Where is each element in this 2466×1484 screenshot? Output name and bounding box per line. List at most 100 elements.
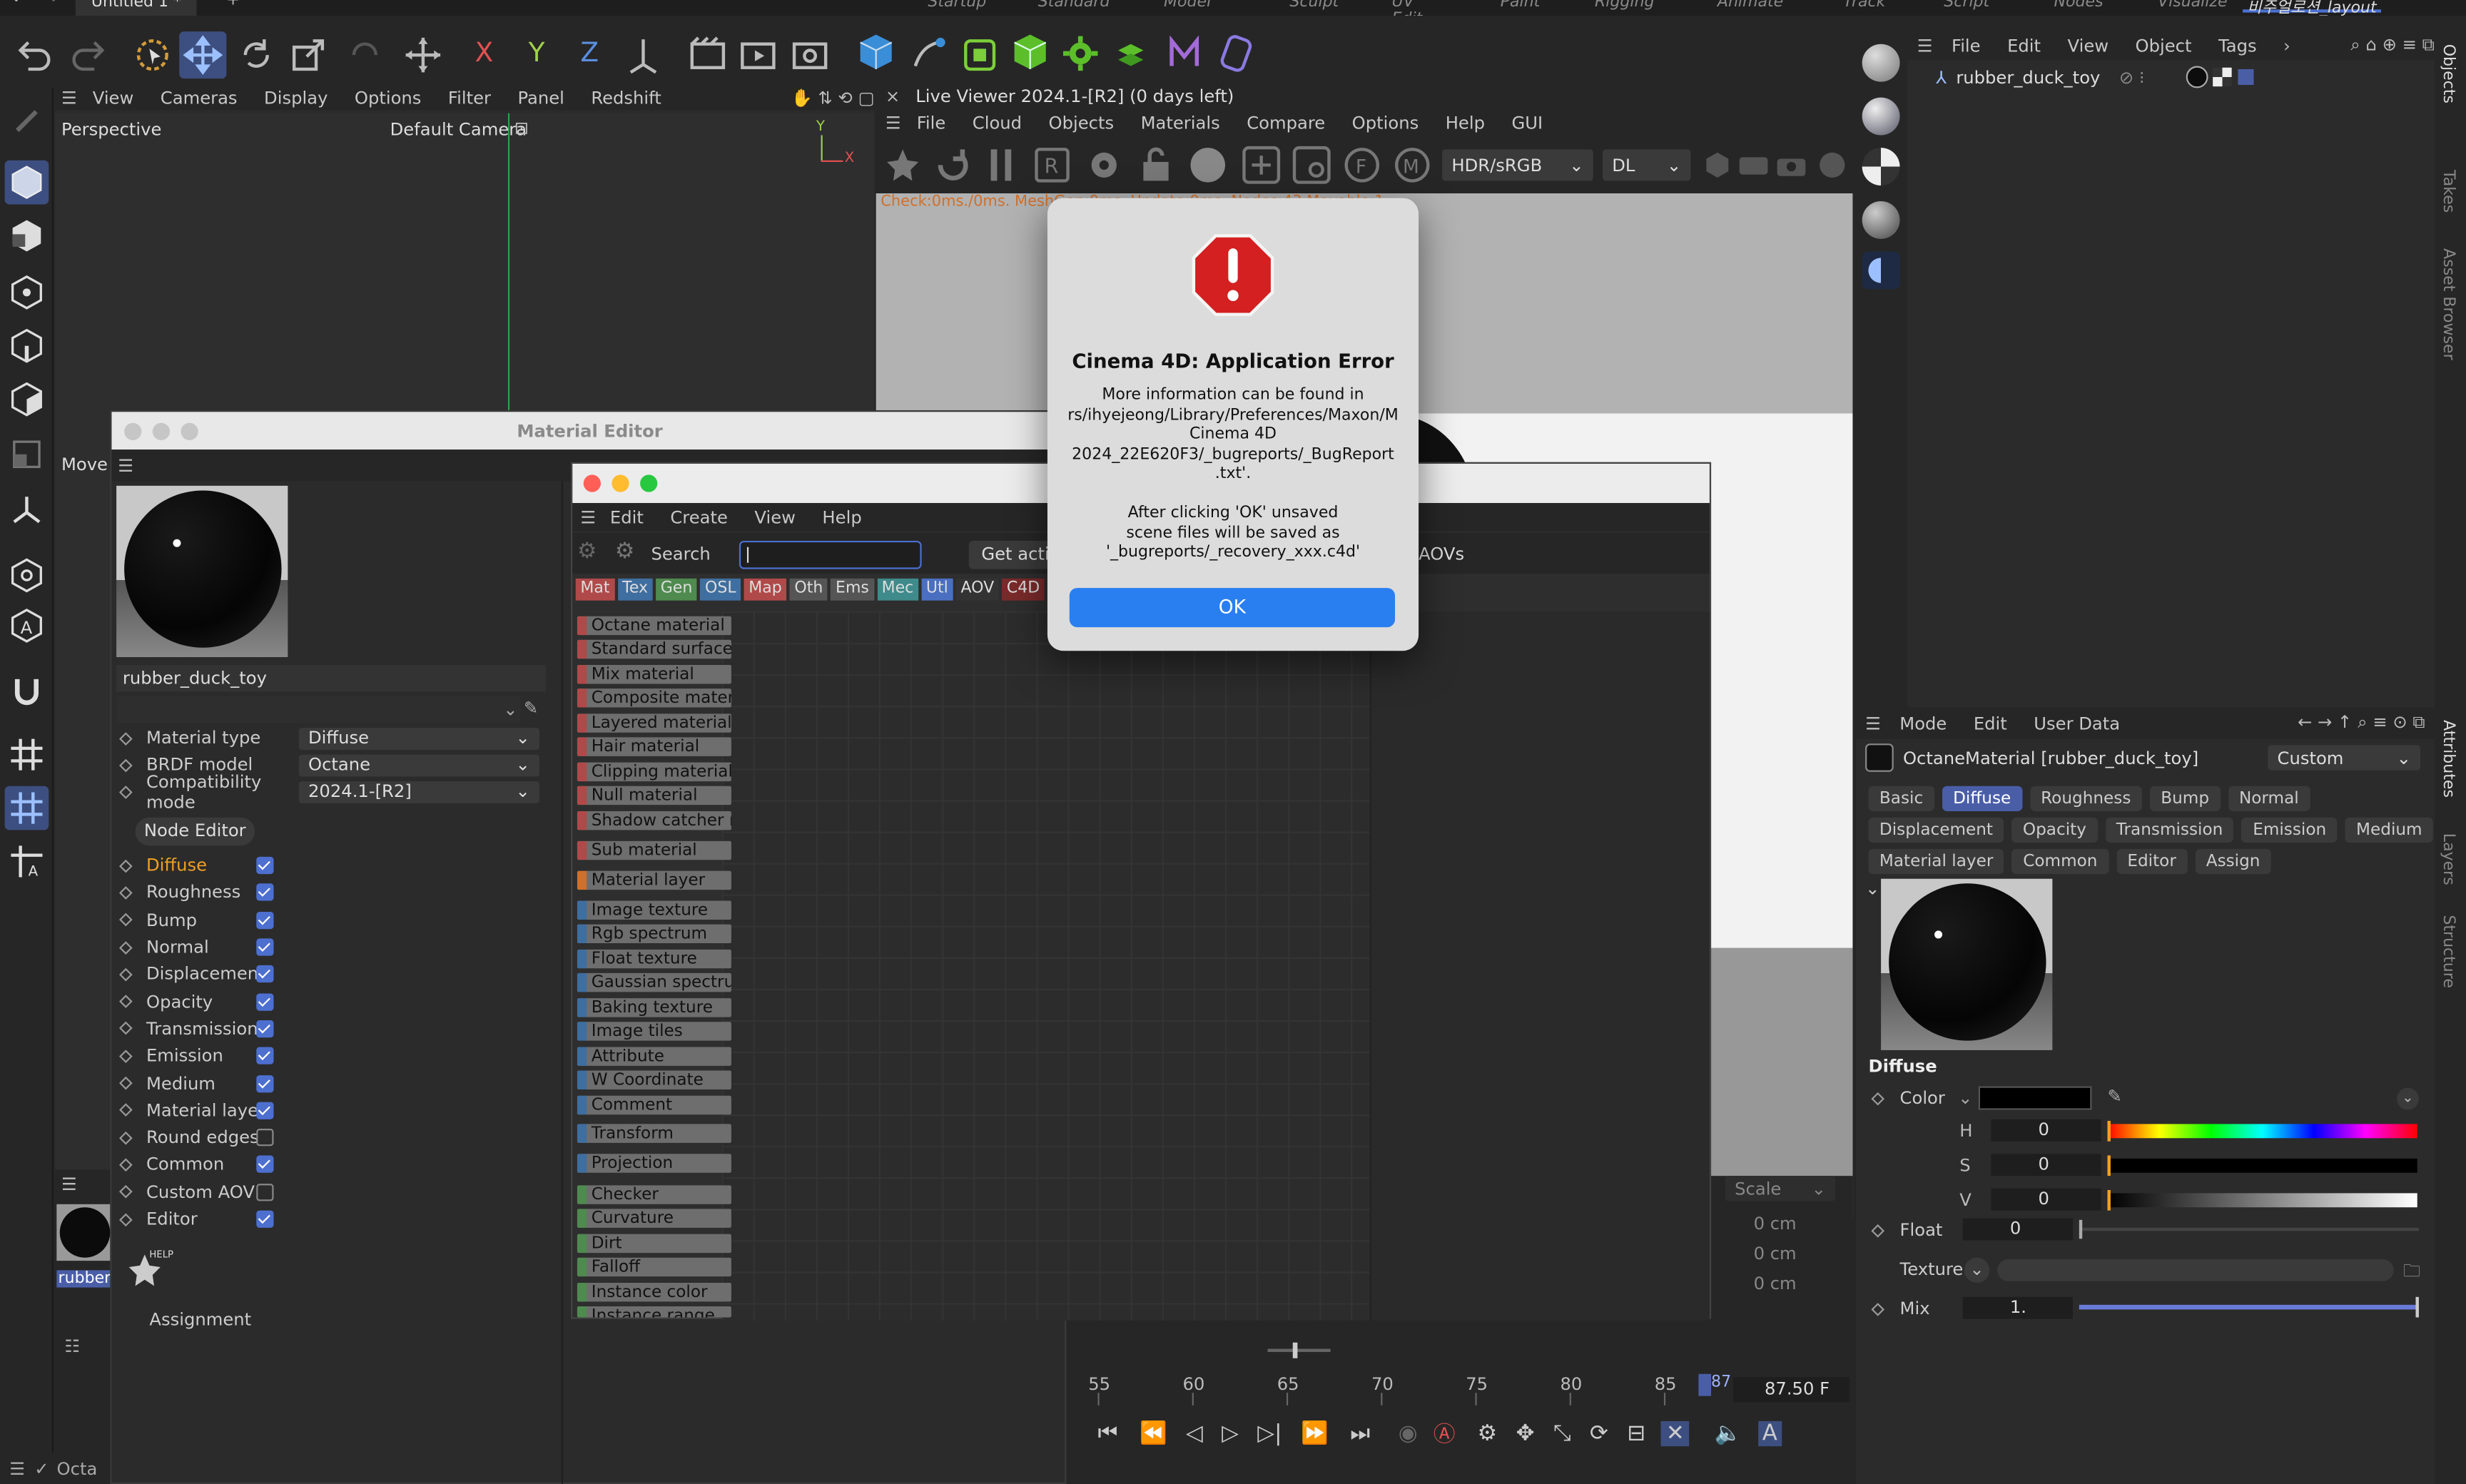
channel-row[interactable]: Custom AOV xyxy=(118,1179,294,1206)
focus-pick-icon[interactable]: F xyxy=(1341,145,1382,186)
polygons-mode-icon[interactable] xyxy=(8,380,46,418)
node-item[interactable]: Composite materi. xyxy=(577,688,731,708)
node-item[interactable]: Dirt xyxy=(577,1234,731,1254)
prev-key-icon[interactable]: ⏪ xyxy=(1140,1421,1167,1446)
live-viewer-menu-item[interactable]: Compare xyxy=(1247,113,1325,133)
coordinate-system-icon[interactable] xyxy=(623,34,664,75)
s-field[interactable]: 0 xyxy=(1991,1154,2101,1176)
scale-dropdown[interactable]: Scale ⌄ xyxy=(1725,1176,1836,1201)
move-tool-button[interactable] xyxy=(179,31,227,79)
channel-checkbox[interactable] xyxy=(256,938,274,956)
side-tab-takes[interactable]: Takes xyxy=(2440,170,2457,213)
attribute-tab[interactable]: Transmission xyxy=(2105,817,2234,843)
keyframe-diamond-icon[interactable] xyxy=(118,785,133,798)
node-item[interactable]: Material layer xyxy=(577,870,731,890)
node-item[interactable]: Transform xyxy=(577,1124,731,1143)
model-mode-button[interactable] xyxy=(4,160,49,205)
viewport-menu-item[interactable]: Panel xyxy=(517,87,564,108)
node-window-menu-item[interactable]: Help xyxy=(822,507,861,528)
float-slider[interactable] xyxy=(2079,1219,2419,1239)
node-item[interactable]: Instance color xyxy=(577,1282,731,1302)
play-icon[interactable]: ▷ xyxy=(1222,1421,1239,1446)
axis-mode-icon[interactable] xyxy=(8,490,46,528)
sphere-preview-icon[interactable] xyxy=(1817,151,1848,180)
node-item[interactable]: Projection xyxy=(577,1154,731,1173)
node-item[interactable]: Image texture xyxy=(577,900,731,920)
channel-checkbox[interactable] xyxy=(256,965,274,983)
keyframe-diamond-icon[interactable] xyxy=(118,1022,133,1036)
property-select[interactable]: Octane ⌄ xyxy=(298,753,540,776)
keyframe-diamond-icon[interactable] xyxy=(1871,1224,1885,1238)
scale-icon[interactable] xyxy=(288,34,328,75)
property-select[interactable]: 2024.1-[R2] ⌄ xyxy=(298,780,540,803)
node-item[interactable]: Mix material xyxy=(577,665,731,684)
channel-label[interactable]: Diffuse xyxy=(146,855,256,876)
objects-menu-item[interactable]: View xyxy=(2068,36,2109,56)
nav-back-icon[interactable]: ← → ↑ ⌕ ≡ ⊙ ⧉ xyxy=(2298,712,2425,734)
preview-sphere-4[interactable] xyxy=(1862,201,1900,239)
lock-icon[interactable] xyxy=(1137,145,1175,186)
color-swatch[interactable] xyxy=(1978,1086,2092,1110)
hamburger-icon[interactable]: ☰ xyxy=(1865,713,1881,733)
node-item[interactable]: Null material xyxy=(577,786,731,805)
node-item[interactable]: Attribute xyxy=(577,1047,731,1066)
keyframe-diamond-icon[interactable] xyxy=(118,1212,133,1226)
transform-icon[interactable] xyxy=(402,34,443,75)
tag-selection[interactable] xyxy=(2237,68,2253,85)
channel-row[interactable]: Roughness xyxy=(118,879,294,906)
hexagon-icon[interactable] xyxy=(1703,151,1732,180)
subdivision-icon[interactable] xyxy=(960,31,1000,76)
key-pos-icon[interactable]: ✥ xyxy=(1516,1421,1535,1446)
channel-row[interactable]: Material layer xyxy=(118,1097,294,1124)
pan-icon[interactable]: ✋ ⇅ ⟲ ▢ xyxy=(791,87,875,108)
next-frame-icon[interactable]: ▷| xyxy=(1257,1421,1282,1446)
channel-label[interactable]: Material layer xyxy=(146,1100,265,1121)
value-slider[interactable] xyxy=(2107,1189,2417,1211)
channel-checkbox[interactable] xyxy=(256,1156,274,1174)
channel-row[interactable]: Displacement xyxy=(118,961,294,988)
hamburger-icon[interactable]: ☰ xyxy=(9,1458,25,1479)
viewport-menu-item[interactable]: Filter xyxy=(448,87,491,108)
material-path-field[interactable] xyxy=(116,696,521,723)
live-viewer-menu-item[interactable]: File xyxy=(917,113,946,133)
property-select[interactable]: Diffuse ⌄ xyxy=(298,727,540,749)
side-tab-layers[interactable]: Layers xyxy=(2440,833,2457,885)
octane-logo-icon[interactable] xyxy=(883,145,923,186)
float-field[interactable]: 0 xyxy=(1962,1218,2074,1241)
channel-checkbox[interactable] xyxy=(256,1074,274,1092)
side-tab-structure[interactable]: Structure xyxy=(2440,915,2457,988)
live-viewer-menu-item[interactable]: Materials xyxy=(1141,113,1220,133)
timeline-auto-icon[interactable]: A xyxy=(1757,1421,1782,1447)
rotate-icon[interactable] xyxy=(236,34,277,75)
channel-checkbox[interactable] xyxy=(256,992,274,1010)
key-param-icon[interactable]: ⊟ xyxy=(1627,1421,1645,1446)
pause-render-icon[interactable] xyxy=(986,145,1018,186)
search-input[interactable] xyxy=(739,540,922,569)
node-item[interactable]: Comment xyxy=(577,1095,731,1115)
next-key-icon[interactable]: ⏩ xyxy=(1301,1421,1328,1446)
field-icon[interactable] xyxy=(1216,31,1257,76)
live-viewer-menu-item[interactable]: Objects xyxy=(1049,113,1115,133)
node-item[interactable]: Float texture xyxy=(577,949,731,969)
node-filter-tab[interactable]: AOV xyxy=(955,578,999,601)
redo-mini-icon[interactable]: ↷ xyxy=(44,0,57,9)
node-item[interactable]: Octane material xyxy=(577,616,731,636)
tag-material[interactable] xyxy=(2185,66,2208,88)
x-axis-lock[interactable]: X xyxy=(475,38,494,69)
deformer-icon[interactable] xyxy=(1164,31,1204,76)
saturation-slider[interactable] xyxy=(2107,1155,2417,1176)
assignment-label[interactable]: Assignment xyxy=(149,1309,251,1330)
node-item[interactable]: Instance range xyxy=(577,1306,731,1318)
layout-tab[interactable]: Track xyxy=(1843,0,1885,11)
channel-row[interactable]: Common xyxy=(118,1151,294,1178)
attribute-tab[interactable]: Medium xyxy=(2345,817,2434,843)
side-tab-attributes[interactable]: Attributes xyxy=(2440,720,2457,798)
channel-label[interactable]: Emission xyxy=(146,1046,256,1067)
channel-row[interactable]: Editor xyxy=(118,1206,294,1233)
close-button[interactable] xyxy=(583,474,601,492)
layout-tab[interactable]: Rigging xyxy=(1595,0,1655,11)
material-pick-icon[interactable]: M xyxy=(1392,145,1433,186)
keyframe-diamond-icon[interactable] xyxy=(118,731,133,745)
live-viewer-menu-item[interactable]: Cloud xyxy=(973,113,1022,133)
keyframe-diamond-icon[interactable] xyxy=(118,967,133,982)
